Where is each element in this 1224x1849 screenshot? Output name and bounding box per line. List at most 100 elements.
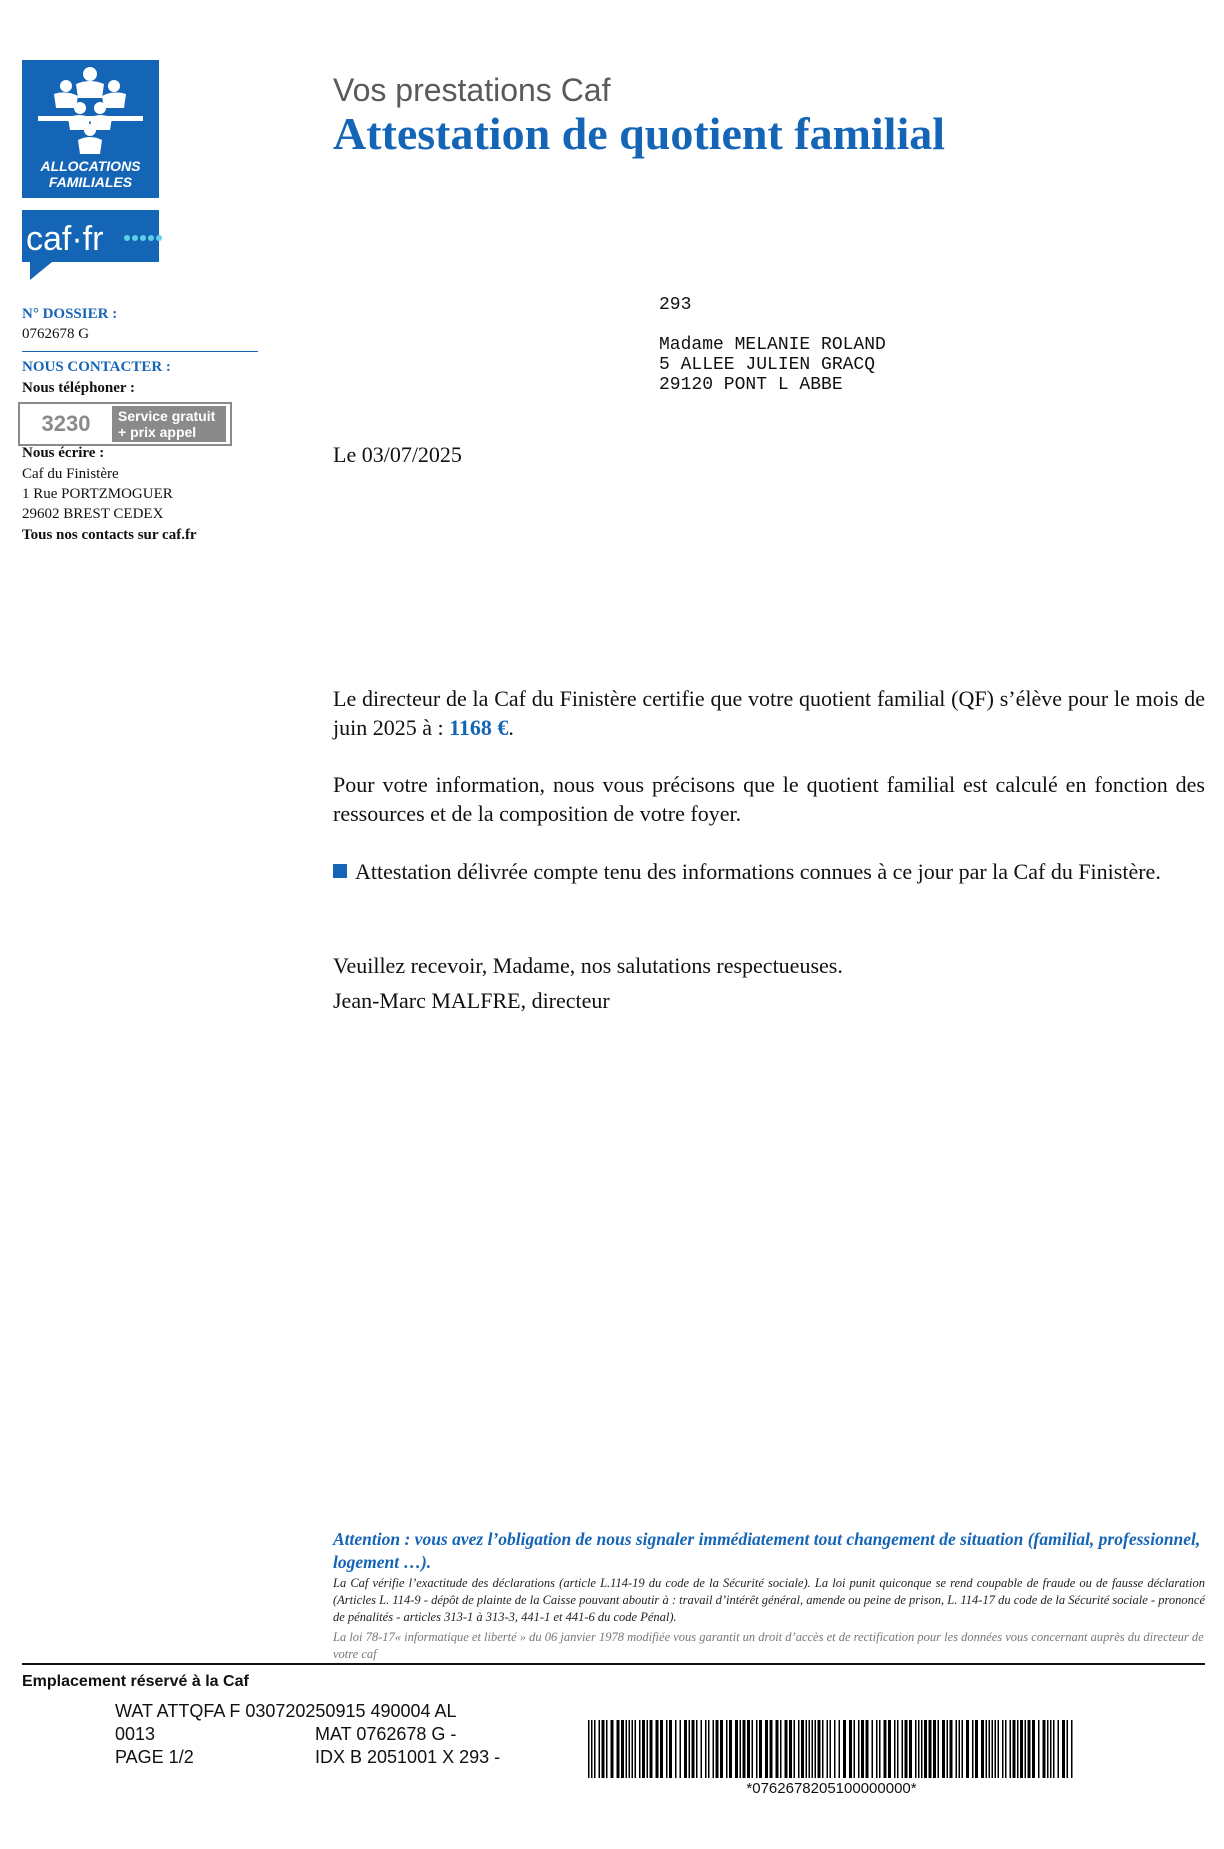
barcode-bar [961, 1720, 963, 1778]
barcode-bar [1005, 1720, 1007, 1778]
barcode-bar [726, 1720, 728, 1778]
recipient-name: Madame MELANIE ROLAND [659, 335, 886, 355]
paragraph-attestation: Attestation délivrée compte tenu des inf… [333, 857, 1205, 886]
barcode-bar [924, 1720, 927, 1778]
recipient-code: 293 [659, 295, 692, 315]
barcode-bar [811, 1720, 813, 1778]
brand-line1: ALLOCATIONS [40, 158, 141, 174]
contacts-link[interactable]: Tous nos contacts sur caf.fr [22, 527, 197, 544]
sidebar-divider [22, 351, 258, 352]
barcode-bar [843, 1720, 846, 1778]
barcode-bar [915, 1720, 917, 1778]
barcode-bar [660, 1720, 663, 1778]
barcode-bar [642, 1720, 645, 1778]
barcode-bar [1050, 1720, 1052, 1778]
barcode-bar [888, 1720, 891, 1778]
barcode-bar [691, 1720, 695, 1778]
barcode-bar [1071, 1720, 1073, 1778]
barcode-bar [1062, 1720, 1065, 1778]
barcode-bar [997, 1720, 999, 1778]
barcode-bar [817, 1720, 821, 1778]
barcode-bar [958, 1720, 960, 1778]
barcode-bar [937, 1720, 939, 1778]
barcode-bar [897, 1720, 899, 1778]
page-title: Attestation de quotient familial [333, 108, 946, 159]
barcode-bar [909, 1720, 912, 1778]
barcode-bar [1032, 1720, 1035, 1778]
barcode-bar [655, 1720, 659, 1778]
barcode-bar [684, 1720, 687, 1778]
recipient-city: 29120 PONT L ABBE [659, 375, 843, 395]
barcode-bar [826, 1720, 828, 1778]
barcode-bar [649, 1720, 653, 1778]
barcode-bar [894, 1720, 896, 1778]
reserved-label: Emplacement réservé à la Caf [22, 1673, 249, 1690]
barcode-bar [918, 1720, 920, 1778]
caf-address-line2: 1 Rue PORTZMOGUER [22, 486, 173, 502]
barcode-bar [705, 1720, 707, 1778]
barcode-bar [1027, 1720, 1031, 1778]
barcode-bar [991, 1720, 993, 1778]
barcode-bar [1038, 1720, 1040, 1778]
footer-divider [22, 1663, 1205, 1665]
footer-line2b: MAT 0762678 G - [315, 1724, 457, 1744]
caf-logo: ALLOCATIONS FAMILIALES [22, 60, 159, 198]
caf-address-line3: 29602 BREST CEDEX [22, 506, 164, 522]
barcode-bar [928, 1720, 932, 1778]
family-figures-icon [38, 67, 143, 154]
barcode-bar [871, 1720, 873, 1778]
barcode-bar [1024, 1720, 1026, 1778]
barcode-bar [1047, 1720, 1049, 1778]
barcode-bar [861, 1720, 864, 1778]
barcode-bar [949, 1720, 953, 1778]
barcode-bar [793, 1720, 795, 1778]
barcode-bar [688, 1720, 690, 1778]
page-subtitle: Vos prestations Caf [333, 72, 611, 108]
barcode-bar [972, 1720, 974, 1778]
phone-number-box[interactable]: 3230 Service gratuit + prix appel [18, 402, 232, 446]
barcode-bar [715, 1720, 719, 1778]
barcode-bar [742, 1720, 746, 1778]
phone-tag-line2: + prix appel [118, 424, 197, 440]
barcode-bar [666, 1720, 668, 1778]
barcode-bar [865, 1720, 869, 1778]
barcode-bar [756, 1720, 758, 1778]
barcode-bar [594, 1720, 596, 1778]
barcode-bar [994, 1720, 996, 1778]
barcode-bar [1066, 1720, 1068, 1778]
barcode-bar [1017, 1720, 1019, 1778]
barcode-bar [751, 1720, 753, 1778]
phone-tag-line1: Service gratuit [118, 408, 216, 424]
barcode-bar [591, 1720, 593, 1778]
dossier-label: N° DOSSIER : [22, 306, 118, 322]
barcode-bar [1020, 1720, 1023, 1778]
barcode-bar [780, 1720, 782, 1778]
barcode-bar [975, 1720, 978, 1778]
barcode-bar [858, 1720, 860, 1778]
privacy-notice: La loi 78-17« informatique et liberté » … [333, 1630, 1204, 1661]
barcode-bar [700, 1720, 702, 1778]
barcode-bar [610, 1720, 614, 1778]
barcode-bar [601, 1720, 605, 1778]
footer-line2a: 0013 [115, 1724, 156, 1744]
barcode-bar [966, 1720, 969, 1778]
barcode-bar [883, 1720, 887, 1778]
barcode-bar [988, 1720, 990, 1778]
barcode-bar [739, 1720, 741, 1778]
barcode-bar [838, 1720, 840, 1778]
write-label: Nous écrire : [22, 445, 105, 461]
barcode-bar [708, 1720, 710, 1778]
recipient-street: 5 ALLEE JULIEN GRACQ [659, 355, 876, 375]
barcode-bar [696, 1720, 698, 1778]
closing-line: Veuillez recevoir, Madame, nos salutatio… [333, 953, 843, 978]
barcode-bar [606, 1720, 608, 1778]
barcode-bar [1009, 1720, 1011, 1778]
barcode-bar [625, 1720, 627, 1778]
barcode-bar [801, 1720, 804, 1778]
paragraph-qf: Le directeur de la Caf du Finistère cert… [333, 684, 1205, 742]
barcode-bar [876, 1720, 878, 1778]
barcode-bar [712, 1720, 714, 1778]
barcode-icon [588, 1720, 1073, 1778]
dossier-number: 0762678 G [22, 326, 90, 342]
caf-fr-logo[interactable]: caf·fr [22, 210, 162, 282]
